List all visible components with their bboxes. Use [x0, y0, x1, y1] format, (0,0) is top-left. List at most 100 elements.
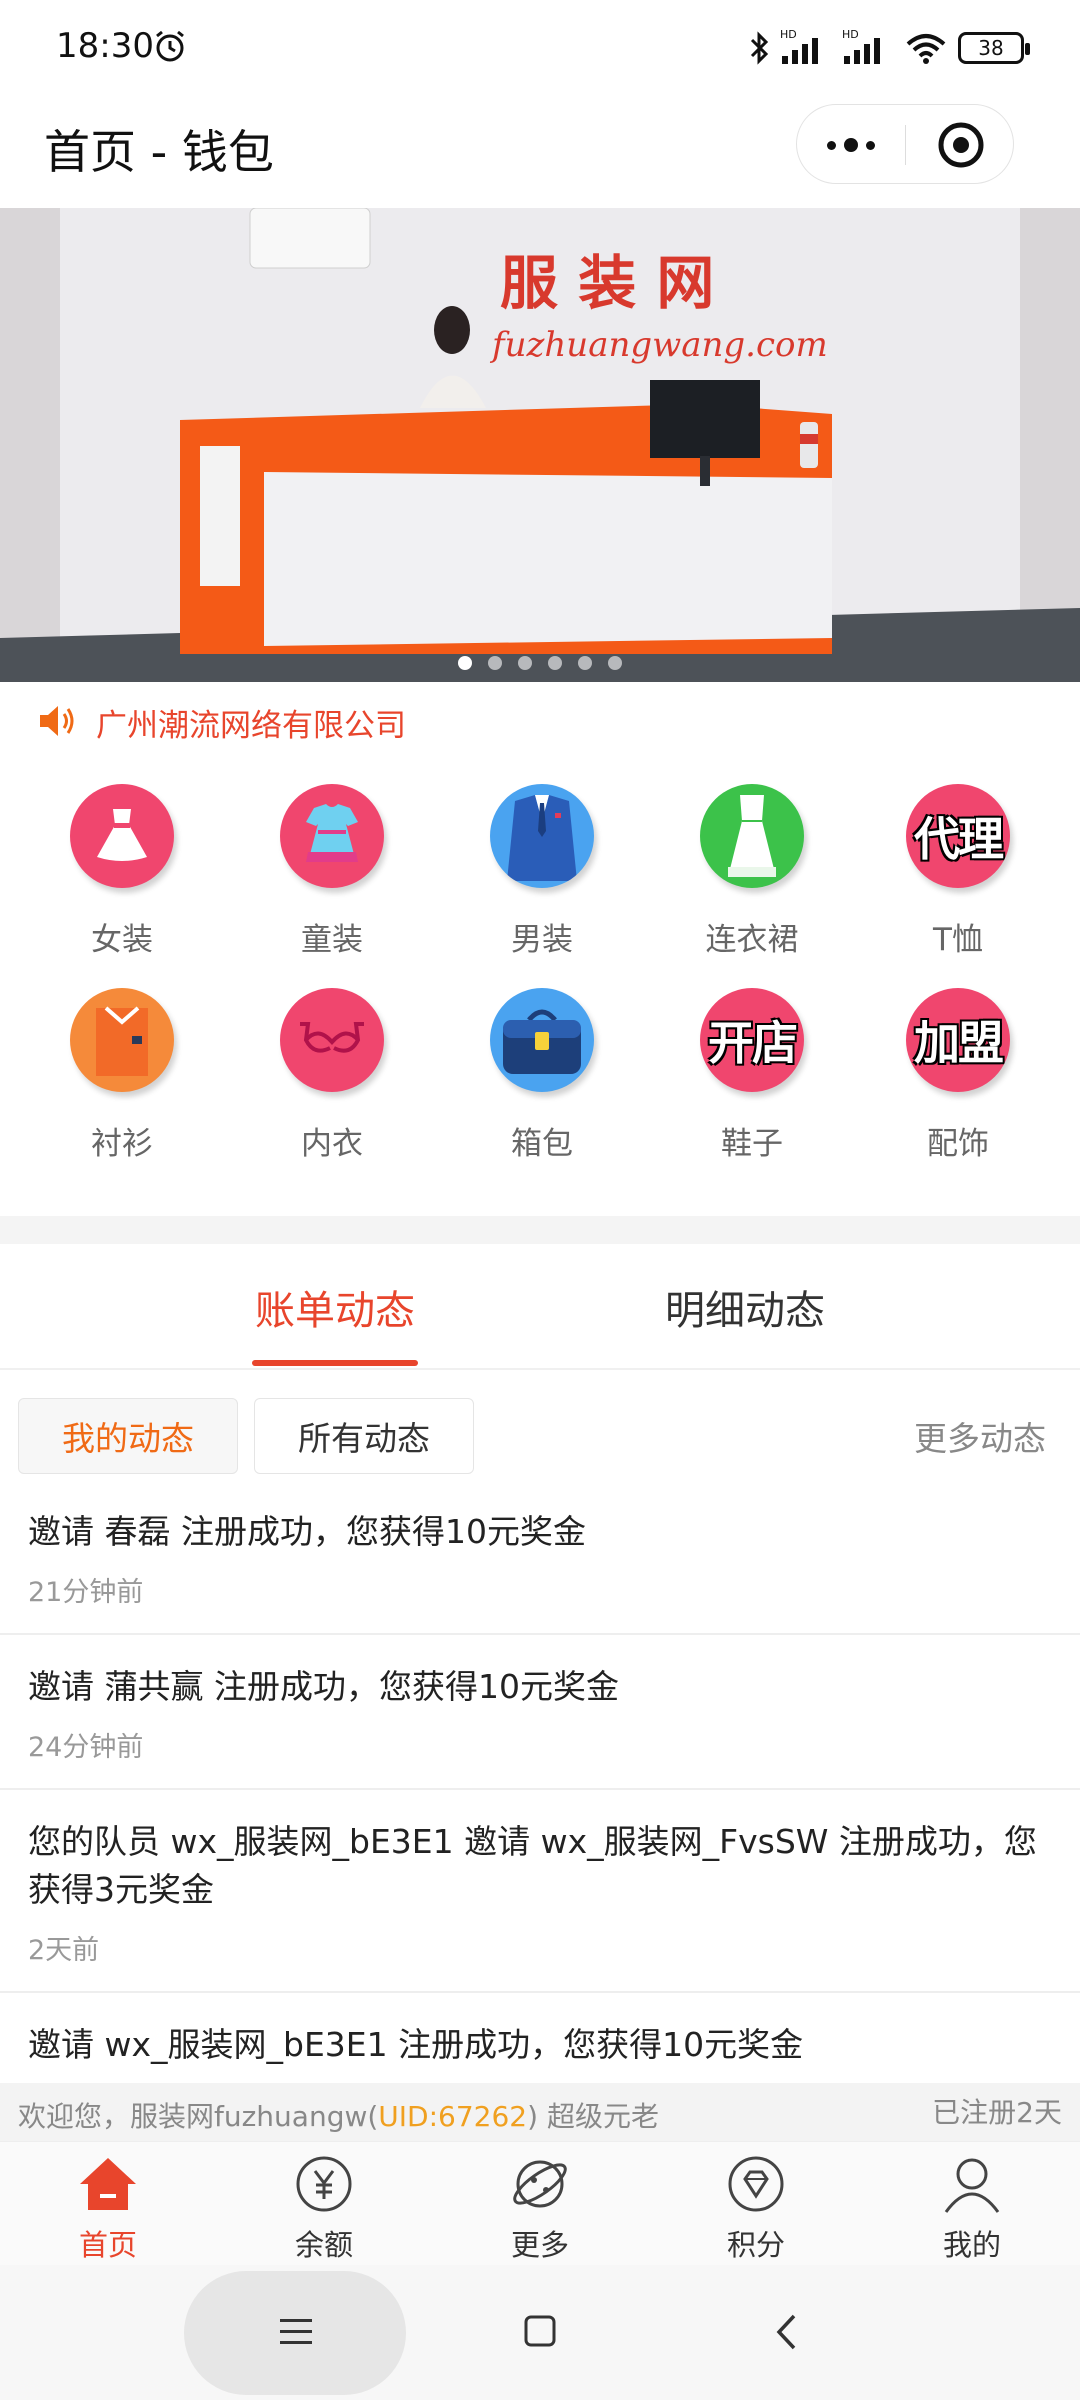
- signal-icon-2: HD: [842, 28, 880, 64]
- battery-icon: 38: [958, 32, 1030, 64]
- bottom-nav: 首页 余额 更多 积分 我的: [0, 2141, 1080, 2265]
- notice-bar[interactable]: 广州潮流网络有限公司: [0, 686, 1080, 756]
- carousel-dot[interactable]: [488, 656, 502, 670]
- shirt-icon: [70, 988, 174, 1092]
- bag-icon: [490, 988, 594, 1092]
- carousel-indicators: [0, 656, 1080, 670]
- kids-dress-icon: [280, 784, 384, 888]
- section-divider: [0, 1216, 1080, 1244]
- welcome-bar: 欢迎您，服装网fuzhuangw(UID:67262) 超级元老 已注册2天: [0, 2083, 1080, 2141]
- activity-time: 2天前: [28, 1935, 100, 1966]
- status-icons: HD HD 38: [748, 26, 1030, 70]
- category-label: T恤: [933, 922, 983, 958]
- list-item[interactable]: 邀请 春磊 注册成功，您获得10元奖金 21分钟前: [0, 1480, 1080, 1635]
- system-nav-bar: [0, 2265, 1080, 2400]
- bluetooth-icon: [750, 31, 769, 65]
- category-underwear[interactable]: 内衣: [247, 974, 417, 1164]
- speaker-icon: [40, 706, 74, 736]
- more-activity-link[interactable]: 更多动态: [914, 1412, 1046, 1460]
- activity-time: 24分钟前: [28, 1732, 144, 1763]
- list-item[interactable]: 邀请 wx_服装网_bE3E1 注册成功，您获得10元奖金: [0, 1993, 1080, 2083]
- nav-more[interactable]: 更多: [432, 2142, 648, 2266]
- miniprogram-capsule: [796, 104, 1014, 184]
- category-grid: 女装 童装 男装 连衣裙 代理 T恤 衬衫 内衣 箱包 开店 鞋子 加盟 配饰: [0, 770, 1080, 1200]
- category-label: 女装: [91, 922, 153, 958]
- my-activity-button[interactable]: 我的动态: [18, 1398, 238, 1474]
- category-accessories[interactable]: 加盟 配饰: [873, 974, 1043, 1164]
- more-menu-button[interactable]: [797, 105, 905, 185]
- activity-time: 21分钟前: [28, 1577, 144, 1608]
- carousel-dot[interactable]: [608, 656, 622, 670]
- category-label: 配饰: [927, 1126, 989, 1162]
- registered-days: 已注册2天: [932, 2096, 1062, 2129]
- svg-text:HD: HD: [842, 28, 859, 41]
- welcome-prefix: 欢迎您，服装网fuzhuangw(: [18, 2100, 379, 2133]
- carousel-dot[interactable]: [548, 656, 562, 670]
- nav-label: 余额: [294, 2228, 353, 2262]
- category-bags[interactable]: 箱包: [457, 974, 627, 1164]
- welcome-suffix: ) 超级元老: [527, 2100, 659, 2133]
- user-icon: [944, 2158, 1000, 2213]
- category-label: 童装: [301, 922, 363, 958]
- nav-label: 积分: [726, 2228, 785, 2262]
- list-item[interactable]: 您的队员 wx_服装网_bE3E1 邀请 wx_服装网_FvsSW 注册成功，您…: [0, 1790, 1080, 1993]
- franchise-badge-icon: 加盟: [906, 988, 1010, 1092]
- home-icon: [80, 2158, 136, 2210]
- gown-icon: [700, 784, 804, 888]
- category-mens[interactable]: 男装: [457, 770, 627, 960]
- nav-home[interactable]: 首页: [0, 2142, 216, 2266]
- menu-icon[interactable]: [280, 2317, 312, 2347]
- category-label: 男装: [511, 922, 573, 958]
- category-label: 箱包: [511, 1126, 573, 1162]
- user-uid: UID:67262: [378, 2100, 528, 2133]
- nav-label: 我的: [942, 2228, 1001, 2262]
- page-title: 首页 - 钱包: [44, 125, 274, 179]
- category-tshirt[interactable]: 代理 T恤: [873, 770, 1043, 960]
- suit-icon: [490, 784, 594, 888]
- nav-balance[interactable]: 余额: [216, 2142, 432, 2266]
- category-label: 鞋子: [721, 1126, 783, 1162]
- tab-detail-activity[interactable]: 明细动态: [610, 1244, 880, 1370]
- carousel-dot[interactable]: [458, 656, 472, 670]
- title-bar: 首页 - 钱包: [0, 96, 1080, 208]
- nav-label: 更多: [510, 2228, 569, 2262]
- open-shop-badge-icon: 开店: [700, 988, 804, 1092]
- tab-bill-activity[interactable]: 账单动态: [200, 1244, 470, 1370]
- category-womens[interactable]: 女装: [37, 770, 207, 960]
- activity-message: 邀请 wx_服装网_bE3E1 注册成功，您获得10元奖金: [28, 2025, 804, 2064]
- wifi-icon: [906, 34, 946, 64]
- nav-mine[interactable]: 我的: [864, 2142, 1080, 2266]
- diamond-icon: [728, 2156, 784, 2212]
- category-shirts[interactable]: 衬衫: [37, 974, 207, 1164]
- active-tab-indicator: [252, 1360, 418, 1366]
- clock: 18:30: [56, 26, 154, 66]
- category-dresses[interactable]: 连衣裙: [667, 770, 837, 960]
- filter-row: 我的动态 所有动态 更多动态: [0, 1390, 1080, 1480]
- activity-message: 您的队员 wx_服装网_bE3E1 邀请 wx_服装网_FvsSW 注册成功，您…: [28, 1822, 1037, 1909]
- dress-icon: [70, 784, 174, 888]
- category-kids[interactable]: 童装: [247, 770, 417, 960]
- svg-text:服 装 网: 服 装 网: [500, 249, 714, 317]
- signal-icon: HD: [780, 28, 818, 64]
- carousel-dot[interactable]: [518, 656, 532, 670]
- nav-label: 首页: [78, 2228, 137, 2262]
- close-miniprogram-button[interactable]: [906, 105, 1015, 185]
- activity-feed: 邀请 春磊 注册成功，您获得10元奖金 21分钟前 邀请 蒲共赢 注册成功，您获…: [0, 1480, 1080, 2083]
- activity-message: 邀请 春磊 注册成功，您获得10元奖金: [28, 1512, 586, 1551]
- banner-carousel[interactable]: 服 装 网 fuzhuangwang.com: [0, 208, 1080, 682]
- planet-icon: [513, 2160, 567, 2208]
- notice-text: 广州潮流网络有限公司: [96, 708, 406, 744]
- category-shoes[interactable]: 开店 鞋子: [667, 974, 837, 1164]
- all-activity-button[interactable]: 所有动态: [254, 1398, 474, 1474]
- status-bar: 18:30 HD HD 38: [0, 0, 1080, 96]
- list-item[interactable]: 邀请 蒲共赢 注册成功，您获得10元奖金 24分钟前: [0, 1635, 1080, 1790]
- alarm-icon: [156, 30, 184, 62]
- nav-points[interactable]: 积分: [648, 2142, 864, 2266]
- category-label: 衬衫: [91, 1126, 153, 1162]
- home-square-icon[interactable]: [524, 2315, 556, 2347]
- agency-badge-icon: 代理: [906, 784, 1010, 888]
- back-icon[interactable]: [774, 2313, 800, 2351]
- carousel-dot[interactable]: [578, 656, 592, 670]
- activity-tabs: 账单动态 明细动态: [0, 1244, 1080, 1370]
- category-label: 内衣: [301, 1126, 363, 1162]
